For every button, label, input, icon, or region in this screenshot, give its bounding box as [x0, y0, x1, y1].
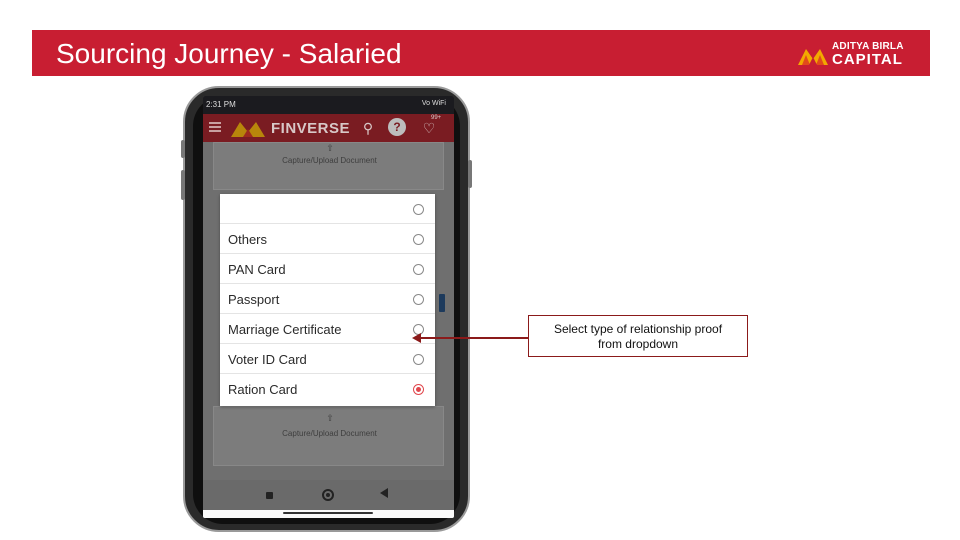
app-title: FINVERSE — [271, 120, 351, 137]
option-label: Ration Card — [228, 382, 298, 397]
app-header: FINVERSE ⚲ ? ♡ 99+ — [203, 114, 454, 142]
brand-name-line2: CAPITAL — [832, 51, 903, 68]
option-label: Marriage Certificate — [228, 322, 342, 337]
android-nav-bar — [203, 480, 454, 510]
status-time: 2:31 PM — [206, 100, 236, 109]
callout-text-line1: Select type of relationship proof — [553, 322, 723, 336]
home-indicator-strip — [203, 510, 454, 518]
menu-icon[interactable] — [209, 122, 221, 132]
home-icon[interactable] — [322, 489, 334, 501]
phone-side-button — [181, 170, 185, 200]
dropdown-option[interactable]: Others — [220, 224, 435, 254]
upload-card-bottom: ⇧ Capture/Upload Document — [213, 406, 444, 466]
option-label: PAN Card — [228, 262, 286, 277]
brand-mark-icon — [798, 49, 828, 65]
home-indicator — [283, 512, 373, 514]
radio-button-selected[interactable] — [413, 384, 424, 395]
upload-icon: ⇧ — [326, 413, 334, 423]
callout-text-line2: from dropdown — [597, 337, 679, 351]
help-icon[interactable]: ? — [388, 118, 406, 136]
bell-icon[interactable]: ♡ — [419, 118, 439, 138]
dropdown-option[interactable]: Marriage Certificate — [220, 314, 435, 344]
recents-icon[interactable] — [266, 492, 273, 499]
upload-label-bottom: Capture/Upload Document — [282, 429, 377, 438]
dropdown-option[interactable]: Voter ID Card — [220, 344, 435, 374]
title-bar: Sourcing Journey - Salaried ADITYA BIRLA… — [32, 30, 930, 76]
aditya-birla-capital-logo: ADITYA BIRLA CAPITAL — [798, 40, 903, 68]
slide-title: Sourcing Journey - Salaried — [56, 38, 402, 69]
radio-button[interactable] — [413, 234, 424, 245]
back-icon[interactable] — [380, 488, 388, 498]
callout-connector — [420, 337, 528, 339]
dropdown-option[interactable] — [220, 194, 435, 224]
search-icon[interactable]: ⚲ — [359, 119, 377, 137]
status-bar: 2:31 PM Vo WiFi — [203, 96, 454, 114]
relationship-proof-dropdown: Others PAN Card Passport Marriage Certif… — [220, 194, 435, 406]
radio-button[interactable] — [413, 204, 424, 215]
radio-button[interactable] — [413, 354, 424, 365]
slide: Sourcing Journey - Salaried ADITYA BIRLA… — [0, 0, 960, 540]
dropdown-option[interactable]: PAN Card — [220, 254, 435, 284]
radio-button[interactable] — [413, 264, 424, 275]
dropdown-option[interactable]: Passport — [220, 284, 435, 314]
phone-side-button — [468, 160, 472, 188]
radio-button[interactable] — [413, 294, 424, 305]
phone-side-button — [181, 140, 185, 158]
option-label: Passport — [228, 292, 280, 307]
upload-icon: ⇧ — [326, 143, 334, 153]
option-label: Others — [228, 232, 268, 247]
notification-badge: 99+ — [431, 115, 442, 121]
callout-arrow-icon — [412, 333, 421, 343]
phone-screen: 2:31 PM Vo WiFi FINVERSE ⚲ ? ♡ 99+ ⇧ Cap… — [203, 96, 454, 518]
status-indicators: Vo WiFi — [421, 100, 446, 107]
upload-label-top: Capture/Upload Document — [282, 156, 377, 165]
side-tab — [439, 294, 445, 312]
option-label: Voter ID Card — [228, 352, 307, 367]
callout-box: Select type of relationship proof from d… — [528, 315, 748, 357]
app-logo-icon — [231, 119, 265, 137]
upload-card-top: ⇧ Capture/Upload Document — [213, 142, 444, 190]
dropdown-option-selected[interactable]: Ration Card — [220, 374, 435, 404]
